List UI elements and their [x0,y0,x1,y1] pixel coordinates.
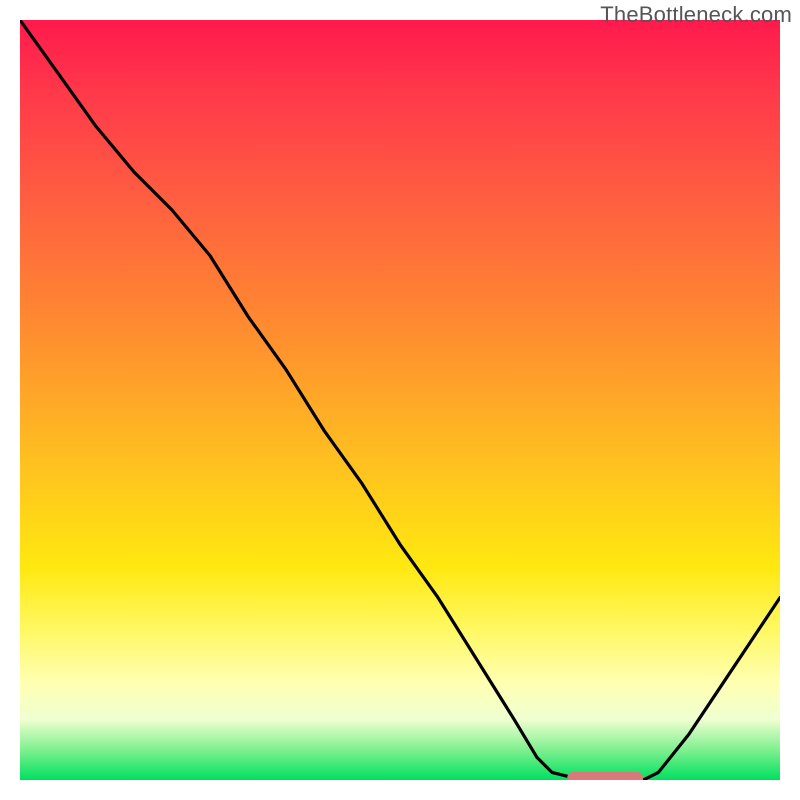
chart-svg [20,20,780,780]
minimum-marker [567,772,643,780]
bottleneck-curve-line [20,20,780,780]
chart-container: TheBottleneck.com [0,0,800,800]
watermark-text: TheBottleneck.com [600,2,792,28]
plot-area [20,20,780,780]
